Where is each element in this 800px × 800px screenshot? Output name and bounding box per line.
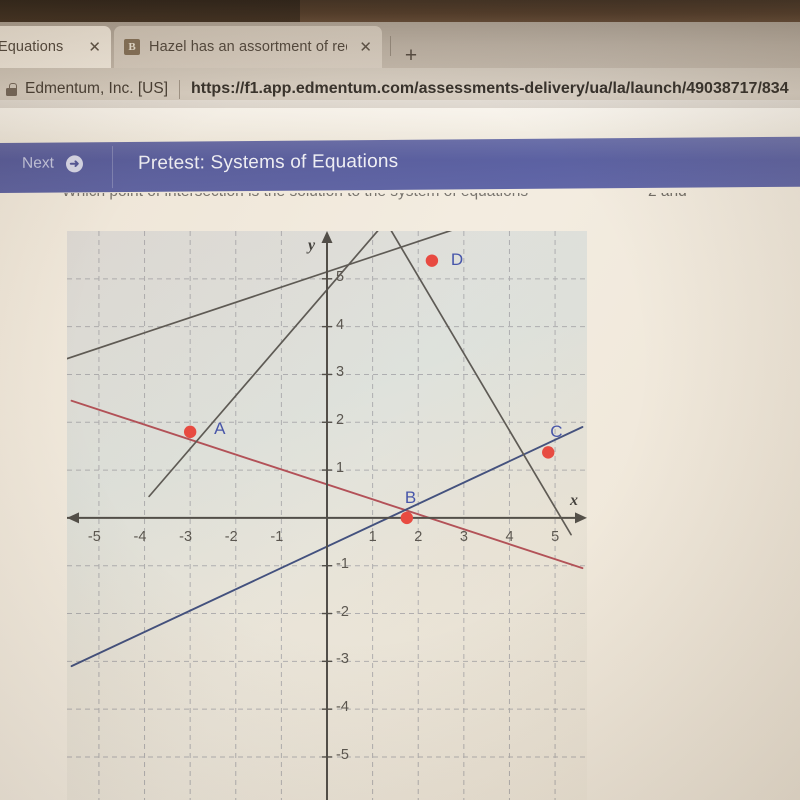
close-icon[interactable]: ✕: [76, 40, 101, 55]
new-tab-button[interactable]: +: [398, 44, 424, 70]
x-axis-tick-label: 2: [414, 528, 423, 545]
x-axis-tick-label: -4: [133, 528, 147, 545]
x-axis-tick-label: 1: [368, 528, 377, 545]
x-axis-tick-label: -1: [270, 528, 284, 545]
coordinate-graph: -5 -4 -3 -2 -1 1 2 3 4 5 5 4 3 2 1 -1 -2 -3 -4 -5 x y A B C D: [67, 231, 587, 800]
y-axis-tick-label: -4: [336, 699, 349, 716]
y-axis-tick-label: -2: [336, 603, 349, 620]
tab-title: Equations: [0, 39, 64, 55]
x-axis-tick-label: -5: [87, 528, 101, 545]
page-title: Pretest: Systems of Equations: [138, 150, 399, 174]
url-text[interactable]: https://f1.app.edmentum.com/assessments-…: [191, 80, 789, 98]
question-fragment: ˇ: [786, 193, 791, 201]
y-axis-tick-label: 5: [336, 268, 345, 285]
y-axis-label: y: [308, 237, 316, 254]
point-label-d: D: [450, 249, 464, 269]
y-axis-tick-label: 4: [336, 316, 345, 333]
x-axis-tick-label: 5: [551, 528, 560, 545]
point-label-b: B: [404, 487, 417, 507]
next-button-label: Next: [22, 154, 54, 172]
close-icon[interactable]: ✕: [347, 40, 372, 55]
question-prompt: Which point of intersection is the solut…: [0, 193, 800, 213]
point-label-c: C: [550, 422, 563, 442]
address-bar[interactable]: Edmentum, Inc. [US] https://f1.app.edmen…: [0, 68, 800, 110]
browser-tab-hazel[interactable]: B Hazel has an assortment of red, ✕: [114, 26, 382, 68]
address-bar-divider: [179, 79, 180, 99]
photographed-screen: Equations ✕ B Hazel has an assortment of…: [0, 0, 800, 800]
browser-tab-equations[interactable]: Equations ✕: [0, 26, 111, 68]
favicon-icon: B: [124, 39, 140, 55]
lock-icon: [6, 82, 17, 96]
y-axis-tick-label: 1: [336, 460, 345, 477]
assessment-header-bar: Next ➜ Pretest: Systems of Equations: [0, 136, 800, 193]
y-axis-tick-label: -5: [336, 746, 349, 763]
x-axis-label: x: [570, 491, 578, 509]
question-fragment: 2 and: [648, 193, 687, 201]
question-text: Which point of intersection is the solut…: [62, 193, 528, 201]
y-axis-tick-label: 2: [336, 412, 345, 429]
next-button[interactable]: Next ➜: [22, 154, 83, 172]
arrow-right-icon: ➜: [65, 154, 83, 172]
x-axis-tick-label: 3: [459, 528, 468, 545]
tab-title: Hazel has an assortment of red,: [149, 39, 348, 55]
tab-divider: [390, 36, 391, 56]
question-fragment: ˇ: [752, 193, 757, 201]
x-axis-tick-label: -2: [224, 528, 238, 545]
header-divider: [112, 146, 113, 189]
x-axis-tick-label: -3: [179, 528, 193, 545]
site-identity-label: Edmentum, Inc. [US]: [25, 80, 168, 97]
y-axis-tick-label: 3: [336, 364, 345, 381]
question-fragment: ˇ: [578, 193, 583, 201]
graph-svg: [67, 231, 587, 800]
point-label-a: A: [214, 418, 226, 438]
y-axis-tick-label: -3: [336, 651, 349, 668]
y-axis-tick-label: -1: [336, 555, 349, 572]
browser-tab-strip: Equations ✕ B Hazel has an assortment of…: [0, 22, 800, 68]
question-fragment: ˇ: [618, 193, 623, 201]
x-axis-tick-label: 4: [505, 528, 514, 545]
question-fragment: ˇ: [712, 193, 717, 201]
